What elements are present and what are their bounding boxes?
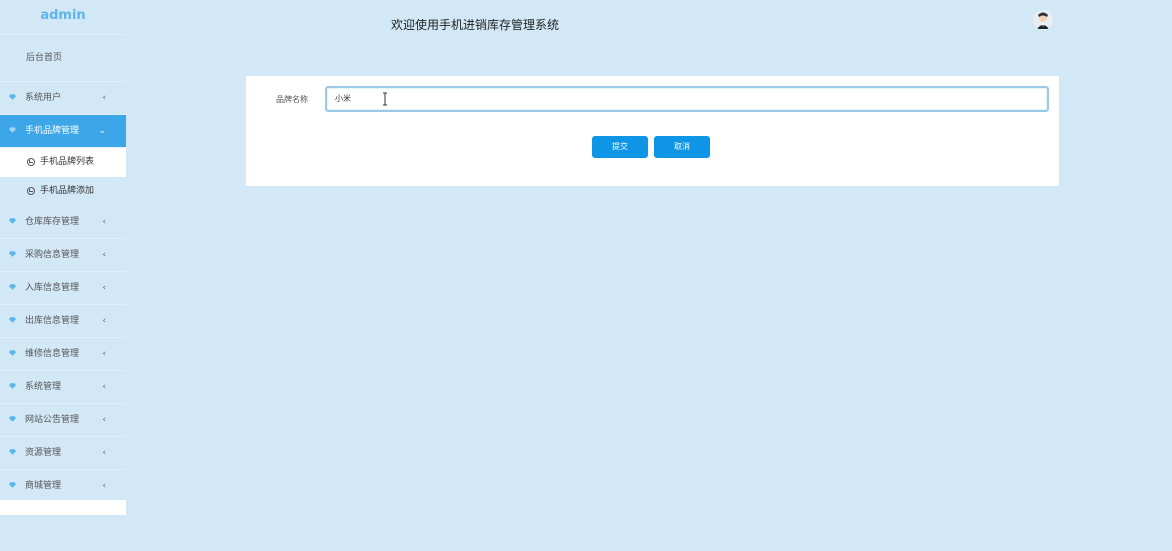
diamond-icon: [9, 94, 16, 100]
sidebar-item-home[interactable]: 后台首页: [0, 34, 126, 82]
chevron-left-icon: ‹: [102, 250, 106, 260]
sidebar-subitem-label: 手机品牌列表: [40, 157, 95, 167]
sidebar-item-label: 系统管理: [25, 382, 62, 392]
sidebar-item-warehouse[interactable]: 仓库库存管理 ‹: [0, 206, 126, 239]
brand-name-input[interactable]: 小米: [325, 86, 1049, 112]
sidebar-item-mall[interactable]: 商城管理 ‹: [0, 470, 126, 503]
sidebar-subitem-label: 手机品牌添加: [40, 186, 95, 196]
sidebar-item-resources[interactable]: 资源管理 ‹: [0, 437, 126, 470]
sidebar-item-label: 入库信息管理: [25, 283, 80, 293]
page-title: 欢迎使用手机进销库存管理系统: [391, 18, 560, 32]
chevron-left-icon: ‹: [102, 349, 106, 359]
cancel-button[interactable]: 取消: [654, 136, 710, 158]
diamond-icon: [9, 251, 16, 257]
sidebar-item-purchase[interactable]: 采购信息管理 ‹: [0, 239, 126, 272]
diamond-icon: [9, 449, 16, 455]
chevron-left-icon: ‹: [102, 448, 106, 458]
chevron-left-icon: ‹: [102, 316, 106, 326]
sidebar-item-label: 采购信息管理: [25, 250, 80, 260]
sidebar-item-label: 系统用户: [25, 93, 62, 103]
sidebar-item-label: 手机品牌管理: [25, 126, 80, 136]
chevron-down-icon: ⌄: [98, 126, 106, 136]
text-cursor-icon: [383, 92, 387, 106]
chevron-left-icon: ‹: [102, 93, 106, 103]
sidebar-item-repair[interactable]: 维修信息管理 ‹: [0, 338, 126, 371]
sidebar-item-label: 资源管理: [25, 448, 62, 458]
chevron-left-icon: ‹: [102, 217, 106, 227]
form-panel: 品牌名称 小米 提交 取消: [246, 76, 1059, 186]
diamond-icon: [9, 317, 16, 323]
chevron-left-icon: ‹: [102, 481, 106, 491]
sidebar-item-label: 仓库库存管理: [25, 217, 80, 227]
clock-icon: [27, 158, 35, 166]
diamond-icon: [9, 350, 16, 356]
sidebar-item-system-users[interactable]: 系统用户 ‹: [0, 82, 126, 115]
sidebar-item-label: 维修信息管理: [25, 349, 80, 359]
brand-logo: admin: [40, 8, 86, 23]
sidebar-item-stock-out[interactable]: 出库信息管理 ‹: [0, 305, 126, 338]
brand-name-label: 品牌名称: [276, 95, 308, 104]
diamond-icon: [9, 284, 16, 290]
submit-button[interactable]: 提交: [592, 136, 648, 158]
sidebar-subitem-brand-add[interactable]: 手机品牌添加: [0, 177, 126, 206]
clock-icon: [27, 187, 35, 195]
sidebar-item-system[interactable]: 系统管理 ‹: [0, 371, 126, 404]
sidebar-item-label: 网站公告管理: [25, 415, 80, 425]
sidebar-item-announcements[interactable]: 网站公告管理 ‹: [0, 404, 126, 437]
diamond-icon: [9, 482, 16, 488]
sidebar-item-stock-in[interactable]: 入库信息管理 ‹: [0, 272, 126, 305]
sidebar-item-label: 商城管理: [25, 481, 62, 491]
avatar[interactable]: [1033, 10, 1053, 30]
diamond-icon: [9, 383, 16, 389]
sidebar-footer: [0, 500, 126, 515]
diamond-icon: [9, 218, 16, 224]
sidebar-item-label: 出库信息管理: [25, 316, 80, 326]
diamond-icon: [9, 127, 16, 133]
chevron-left-icon: ‹: [102, 415, 106, 425]
chevron-left-icon: ‹: [102, 382, 106, 392]
sidebar: admin 后台首页 系统用户 ‹ 手机品牌管理 ⌄ 手机品牌列表 手机品牌添加…: [0, 0, 126, 515]
diamond-icon: [9, 416, 16, 422]
sidebar-item-phone-brand[interactable]: 手机品牌管理 ⌄: [0, 115, 126, 148]
sidebar-subitem-brand-list[interactable]: 手机品牌列表: [0, 148, 126, 177]
chevron-left-icon: ‹: [102, 283, 106, 293]
